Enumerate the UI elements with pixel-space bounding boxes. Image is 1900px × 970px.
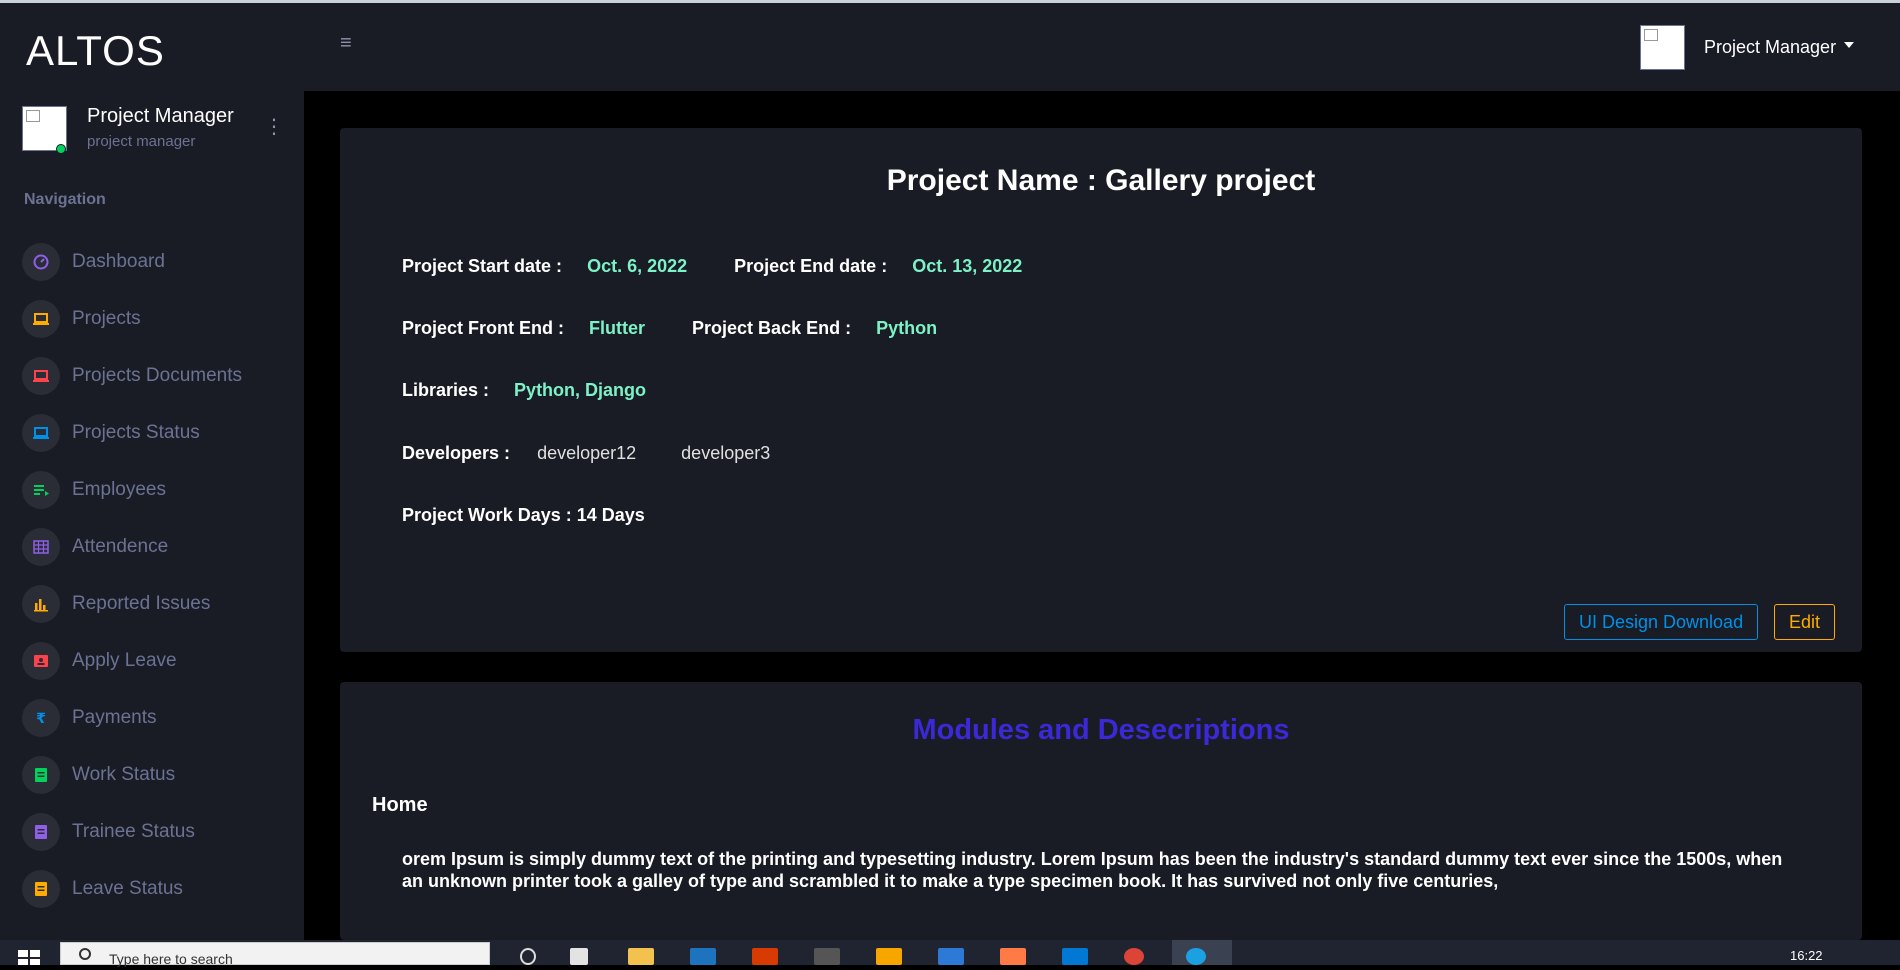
playlist-icon [22, 471, 60, 509]
start-date-label: Project Start date : [402, 256, 563, 276]
sidebar-item-label: Projects Status [72, 422, 200, 443]
chart-bar-icon [22, 585, 60, 623]
laptop-icon [22, 414, 60, 452]
sidebar-item-label: Employees [72, 479, 166, 500]
edit-button[interactable]: Edit [1774, 604, 1836, 640]
end-date-label: Project End date : [734, 256, 888, 276]
office-icon[interactable] [752, 948, 778, 965]
sidebar-item-label: Dashboard [72, 251, 165, 272]
sidebar-item-payments[interactable]: ₹ Payments [22, 695, 304, 739]
modules-title: Modules and Desecriptions [912, 714, 1290, 746]
store-icon[interactable] [690, 948, 716, 965]
note-icon [22, 870, 60, 908]
developer-name: developer12 [537, 443, 637, 463]
sidebar-item-label: Attendence [72, 536, 169, 557]
chrome-icon[interactable] [1124, 948, 1144, 965]
user-avatar[interactable] [1640, 25, 1685, 70]
libraries-label: Libraries : [402, 380, 490, 400]
sidebar-item-label: Work Status [72, 764, 176, 785]
developers-row: Developers : developer12 developer3 [402, 443, 770, 464]
sidebar-item-projects-status[interactable]: Projects Status [22, 410, 304, 454]
laptop-icon [22, 300, 60, 338]
sidebar-item-label: Leave Status [72, 878, 183, 899]
brand-logo[interactable]: ALTOS [26, 27, 165, 75]
svg-text:₹: ₹ [36, 711, 46, 726]
note-icon [22, 813, 60, 851]
online-status-dot [56, 144, 66, 154]
front-end-label: Project Front End : [402, 318, 564, 338]
profile-name: Project Manager [87, 105, 234, 127]
project-title: Project Name : Gallery project [886, 164, 1316, 197]
profile-role: project manager [87, 133, 196, 150]
sidebar-item-label: Apply Leave [72, 650, 177, 671]
system-clock[interactable]: 16:22 [1790, 948, 1823, 963]
sidebar-item-attendence[interactable]: Attendence [22, 524, 304, 568]
ui-design-download-button[interactable]: UI Design Download [1564, 604, 1759, 640]
sidebar-item-label: Trainee Status [72, 821, 195, 842]
edge-icon[interactable] [1186, 948, 1206, 965]
broken-image-icon [26, 110, 40, 122]
nav-section-title: Navigation [24, 191, 106, 208]
avatar [22, 106, 67, 154]
windows-start-icon[interactable] [18, 950, 40, 965]
speedometer-icon [22, 243, 60, 281]
more-options-icon[interactable]: ⋮ [264, 115, 284, 139]
note-icon [22, 756, 60, 794]
sidebar-item-leave-status[interactable]: Leave Status [22, 866, 304, 910]
laptop-icon [22, 357, 60, 395]
modules-card: Modules and Desecriptions Home orem Ipsu… [340, 682, 1862, 940]
file-explorer-icon[interactable] [628, 948, 654, 965]
task-view-icon[interactable] [570, 948, 588, 965]
app-icon[interactable] [1000, 948, 1026, 965]
sidebar-item-label: Projects [72, 308, 141, 329]
table-icon [22, 528, 60, 566]
start-date-value: Oct. 6, 2022 [587, 256, 688, 276]
libraries-row: Libraries : Python, Django [402, 380, 646, 401]
developer-name: developer3 [681, 443, 771, 463]
search-icon [79, 948, 91, 960]
sidebar-item-trainee-status[interactable]: Trainee Status [22, 809, 304, 853]
user-dropdown-label: Project Manager [1704, 37, 1837, 57]
project-dates-row: Project Start date : Oct. 6, 2022 Projec… [402, 256, 1022, 277]
back-end-value: Python [876, 318, 938, 338]
sidebar-item-label: Payments [72, 707, 157, 728]
sidebar-item-label: Reported Issues [72, 593, 211, 614]
project-details-card: Project Name : Gallery project Project S… [340, 128, 1862, 652]
sidebar-item-projects-documents[interactable]: Projects Documents [22, 353, 304, 397]
sidebar-item-work-status[interactable]: Work Status [22, 752, 304, 796]
end-date-value: Oct. 13, 2022 [912, 256, 1023, 276]
project-stack-row: Project Front End : Flutter Project Back… [402, 318, 937, 339]
app-icon[interactable] [876, 948, 902, 965]
front-end-value: Flutter [589, 318, 646, 338]
rupee-icon: ₹ [22, 699, 60, 737]
caret-down-icon [1844, 42, 1855, 49]
work-days: Project Work Days : 14 Days [402, 505, 645, 525]
sidebar-item-dashboard[interactable]: Dashboard [22, 239, 304, 283]
sidebar-item-apply-leave[interactable]: Apply Leave [22, 638, 304, 682]
contacts-icon [22, 642, 60, 680]
sidebar-item-projects[interactable]: Projects [22, 296, 304, 340]
module-description: orem Ipsum is simply dummy text of the p… [402, 849, 1783, 891]
taskbar-search-box[interactable]: Type here to search [60, 942, 490, 967]
windows-taskbar: Type here to search 16:22 [0, 940, 1900, 967]
user-dropdown[interactable]: Project Manager [1704, 37, 1855, 58]
cortana-icon[interactable] [520, 948, 536, 965]
libraries-value: Python, Django [514, 380, 647, 400]
media-player-icon[interactable] [938, 948, 964, 965]
terminal-icon[interactable] [814, 948, 840, 965]
sidebar-profile: Project Manager project manager ⋮ [22, 103, 304, 163]
sidebar-item-label: Projects Documents [72, 365, 243, 386]
sidebar: ALTOS Project Manager project manager ⋮ … [0, 3, 304, 940]
hamburger-menu-icon[interactable]: ≡ [340, 33, 362, 53]
module-name: Home [372, 794, 428, 816]
vscode-icon[interactable] [1062, 948, 1088, 965]
top-navbar: ≡ Project Manager [304, 3, 1900, 91]
back-end-label: Project Back End : [692, 318, 852, 338]
broken-image-icon [1644, 29, 1658, 41]
sidebar-item-employees[interactable]: Employees [22, 467, 304, 511]
developers-label: Developers : [402, 443, 511, 463]
sidebar-item-reported-issues[interactable]: Reported Issues [22, 581, 304, 625]
